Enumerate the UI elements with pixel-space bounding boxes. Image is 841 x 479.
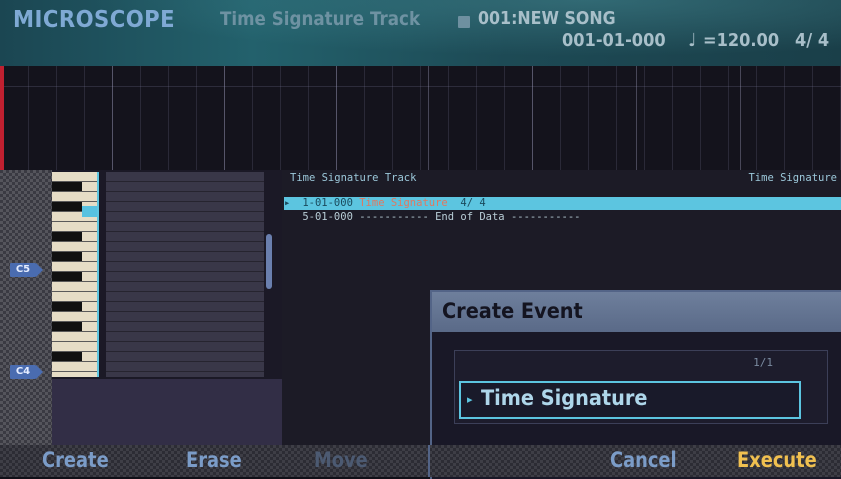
measure-grid[interactable] <box>0 66 841 170</box>
option-cursor-icon: ▸ <box>467 393 473 406</box>
event-value: 4/ 4 <box>460 197 486 209</box>
bar-line <box>532 66 533 170</box>
event-position: 5-01-000 <box>302 211 353 223</box>
song-position: 001-01-000 <box>562 30 666 51</box>
event-row[interactable]: 5-01-000 ----------- End of Data -------… <box>284 211 841 224</box>
black-key[interactable] <box>52 232 82 241</box>
end-of-data-marker: ----------- End of Data ----------- <box>359 211 581 223</box>
velocity-lane[interactable] <box>52 379 282 445</box>
black-key[interactable] <box>52 252 82 261</box>
black-key[interactable] <box>52 352 82 361</box>
row-cursor-icon: ▸ <box>284 197 291 209</box>
song-square-icon <box>458 16 470 28</box>
keyboard-gutter <box>0 170 52 445</box>
bar-line <box>740 66 741 170</box>
black-key[interactable] <box>52 302 82 311</box>
option-label: Time Signature <box>481 386 648 410</box>
note-grid[interactable] <box>106 172 264 377</box>
event-type: Time Signature <box>359 197 448 209</box>
event-position: 1-01-000 <box>302 197 353 209</box>
app-title: MICROSCOPE <box>13 7 176 33</box>
grid-line <box>0 86 841 87</box>
page-indicator: 1/1 <box>753 356 773 369</box>
header-bar: MICROSCOPE Time Signature Track 001:NEW … <box>0 0 841 66</box>
function-bar: Create Erase Move Cancel Execute <box>0 445 841 477</box>
event-list-header: Time Signature Track Time Signature <box>290 172 841 188</box>
function-bar-divider <box>428 445 430 477</box>
bar-line <box>112 66 113 170</box>
quarter-note-icon: ♩ <box>688 30 697 51</box>
highlighted-key <box>82 206 98 217</box>
bar-line <box>636 66 637 170</box>
event-type-list: 1/1 ▸ Time Signature <box>454 350 828 424</box>
dialog-title: Create Event <box>442 299 583 323</box>
bar-line <box>224 66 225 170</box>
black-key[interactable] <box>52 182 82 191</box>
event-list-type: Time Signature <box>748 172 837 184</box>
keyboard-edge-line <box>97 172 99 377</box>
piano-roll-panel: C5 C4 <box>0 170 282 445</box>
dialog-title-bar: Create Event <box>432 292 841 332</box>
black-key[interactable] <box>52 322 82 331</box>
song-name: 001:NEW SONG <box>478 8 616 29</box>
piano-roll-scrollbar[interactable] <box>266 234 272 289</box>
event-row[interactable]: ▸ 1-01-000 Time Signature 4/ 4 <box>284 197 841 210</box>
erase-button[interactable]: Erase <box>186 448 242 472</box>
option-time-signature[interactable]: ▸ Time Signature <box>459 381 801 419</box>
playhead[interactable] <box>0 66 4 170</box>
black-key[interactable] <box>52 202 82 211</box>
time-signature-value: 4/ 4 <box>795 30 830 51</box>
bar-line <box>336 66 337 170</box>
create-button[interactable]: Create <box>42 448 109 472</box>
event-list-title: Time Signature Track <box>290 172 417 184</box>
track-title: Time Signature Track <box>220 8 421 30</box>
bar-line <box>428 66 429 170</box>
execute-button[interactable]: Execute <box>737 448 817 472</box>
move-button[interactable]: Move <box>314 448 368 472</box>
note-label-c5: C5 <box>10 263 43 277</box>
tempo-value: =120.00 <box>703 30 780 51</box>
note-label-c4: C4 <box>10 365 43 379</box>
black-key[interactable] <box>52 272 82 281</box>
cancel-button[interactable]: Cancel <box>610 448 677 472</box>
